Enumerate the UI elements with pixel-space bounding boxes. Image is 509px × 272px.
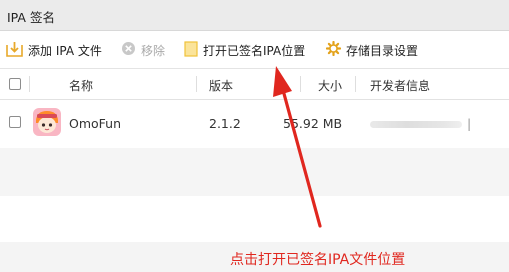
toolbar: 添加 IPA 文件 移除 打开已签名IPA位置 存储目录设置 — [0, 31, 509, 69]
column-header-name[interactable]: 名称 — [69, 77, 93, 94]
window-title: IPA 签名 — [7, 10, 55, 25]
app-icon — [33, 108, 61, 136]
column-divider — [300, 76, 301, 92]
table-header: 名称 版本 大小 开发者信息 — [0, 69, 509, 100]
add-ipa-file-button[interactable]: 添加 IPA 文件 — [6, 41, 102, 59]
storage-directory-settings-label: 存储目录设置 — [346, 43, 419, 58]
empty-list-area — [0, 148, 509, 196]
add-ipa-file-label: 添加 IPA 文件 — [28, 43, 102, 58]
add-file-icon — [6, 41, 23, 60]
column-divider — [29, 76, 30, 92]
title-bar: IPA 签名 — [0, 0, 509, 31]
annotation-text: 点击打开已签名IPA文件位置 — [230, 252, 406, 268]
storage-directory-settings-button[interactable]: 存储目录设置 — [325, 40, 419, 59]
column-header-size[interactable]: 大小 — [318, 77, 342, 94]
column-divider — [355, 76, 356, 92]
remove-label: 移除 — [141, 43, 166, 58]
select-all-checkbox[interactable] — [9, 78, 21, 90]
app-version: 2.1.2 — [209, 116, 241, 131]
open-signed-ipa-location-label: 打开已签名IPA位置 — [203, 43, 306, 58]
app-size: 55.92 MB — [283, 116, 343, 131]
remove-button[interactable]: 移除 — [121, 41, 165, 59]
column-header-version[interactable]: 版本 — [209, 77, 233, 94]
row-checkbox[interactable] — [9, 116, 21, 128]
gear-icon — [325, 40, 342, 59]
table-row[interactable]: OmoFun 2.1.2 55.92 MB | — [0, 100, 509, 148]
remove-icon — [121, 41, 136, 59]
open-signed-ipa-location-button[interactable]: 打开已签名IPA位置 — [184, 40, 306, 60]
column-header-publisher[interactable]: 开发者信息 — [370, 77, 430, 94]
folder-icon — [184, 40, 198, 60]
publisher-redacted — [370, 121, 462, 128]
app-name: OmoFun — [69, 116, 122, 131]
publisher-suffix: | — [467, 116, 472, 131]
column-divider — [196, 76, 197, 92]
